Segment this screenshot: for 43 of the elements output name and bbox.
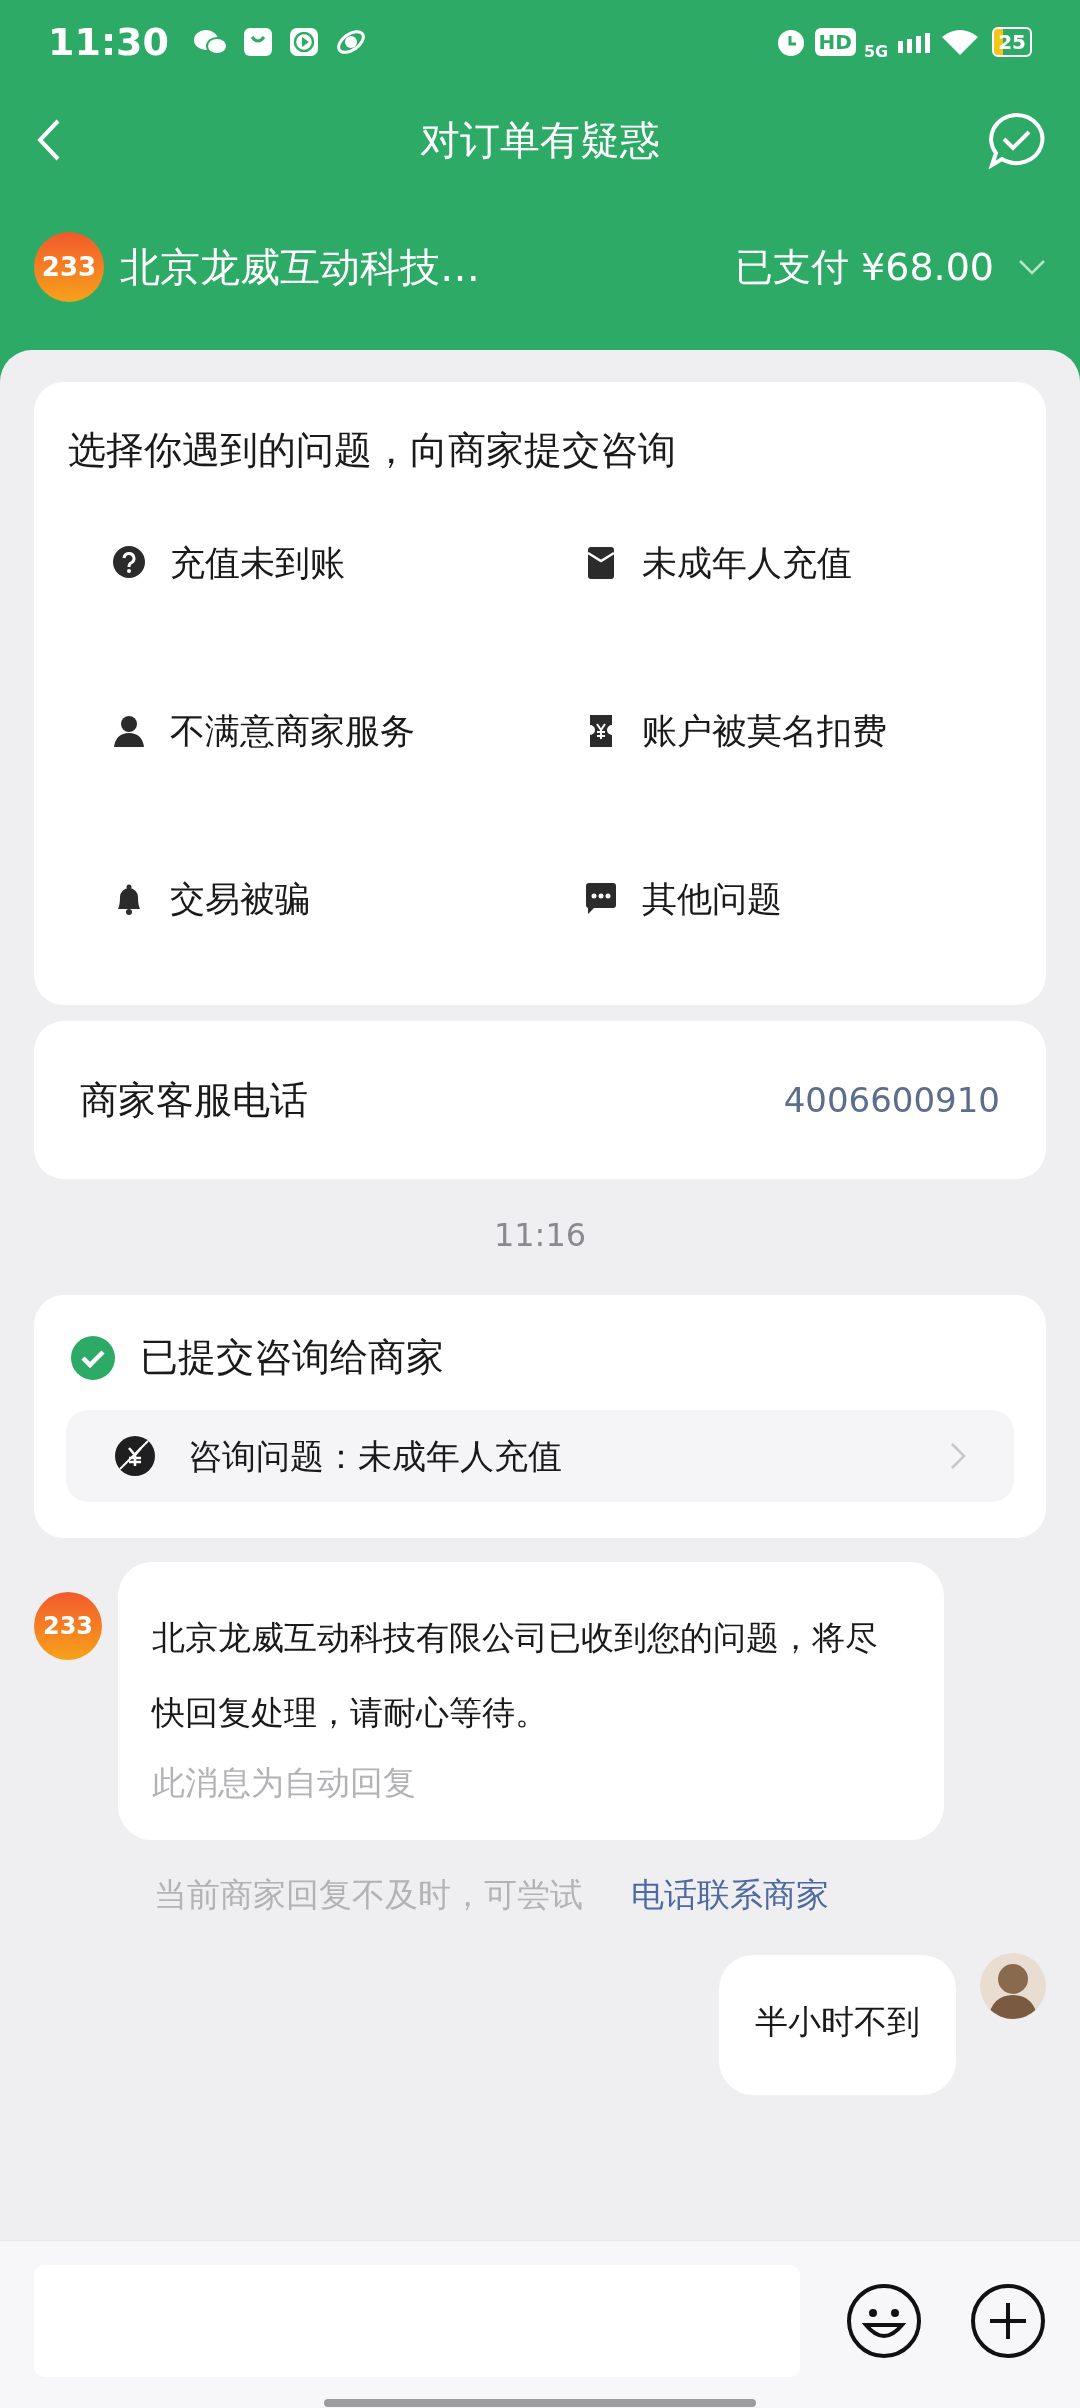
timestamp: 11:16: [492, 1215, 588, 1256]
clock-time: 11:30: [48, 18, 169, 66]
person-icon: [112, 713, 146, 749]
smiley-icon: [846, 2283, 922, 2359]
check-circle-icon: [70, 1334, 116, 1381]
issue-detail-row[interactable]: 咨询问题：未成年人充值: [66, 1410, 1014, 1502]
add-button[interactable]: [970, 2283, 1046, 2359]
wifi-icon: [940, 27, 981, 57]
hd-badge: HD: [814, 28, 856, 56]
hint-text: 当前商家回复不及时，可尝试: [154, 1873, 583, 1916]
phone-label: 商家客服电话: [80, 1076, 308, 1124]
question-icon: [112, 545, 146, 581]
issue-option[interactable]: 交易被骗: [68, 815, 540, 983]
emoji-button[interactable]: [846, 2283, 922, 2359]
chat-app-icon: [192, 28, 227, 56]
plus-icon: [970, 2283, 1046, 2359]
planet-icon: [334, 27, 367, 57]
message-text: 北京龙威互动科技有限公司已收到您的问题，将尽快回复处理，请耐心等待。: [152, 1617, 879, 1734]
issue-option[interactable]: 账户被莫名扣费: [540, 647, 1012, 815]
yen-icon: [114, 1435, 156, 1477]
play-icon: [288, 27, 319, 57]
chevron-right-icon: [950, 1442, 966, 1470]
auto-reply-note: 此消息为自动回复: [152, 1762, 417, 1804]
chat-button[interactable]: [986, 111, 1046, 169]
signal-icon: [896, 31, 933, 53]
shopping-bag-icon: [242, 27, 273, 57]
call-merchant-link[interactable]: 电话联系商家: [631, 1869, 829, 1919]
issue-option[interactable]: 其他问题: [540, 815, 1012, 983]
chat-check-icon: [986, 111, 1046, 169]
issue-option[interactable]: 未成年人充值: [540, 479, 1012, 647]
merchant-name: 北京龙威互动科技…: [120, 243, 480, 292]
issue-option[interactable]: 不满意商家服务: [68, 647, 540, 815]
chevron-down-icon: [1018, 258, 1046, 276]
merchant-logo: 233: [34, 232, 104, 302]
submitted-title: 已提交咨询给商家: [140, 1334, 444, 1381]
phone-number[interactable]: 4006600910: [783, 1074, 1000, 1126]
chat-icon: [584, 881, 618, 917]
issues-title: 选择你遇到的问题，向商家提交咨询: [68, 427, 677, 474]
page-title: 对订单有疑惑: [420, 116, 660, 165]
issue-option[interactable]: 充值未到账: [68, 479, 540, 647]
network-label: 5G: [863, 41, 889, 63]
message-bubble: 半小时不到: [719, 1955, 956, 2095]
merchant-avatar: 233: [34, 1592, 102, 1660]
